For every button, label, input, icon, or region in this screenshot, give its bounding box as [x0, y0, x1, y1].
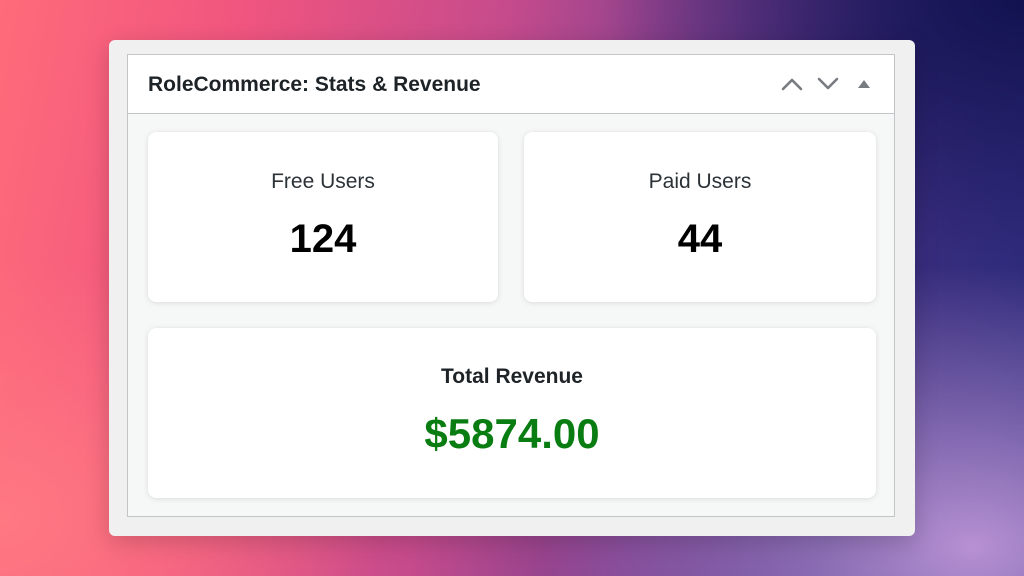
chevron-up-icon — [781, 78, 803, 91]
widget-content: Free Users 124 Paid Users 44 Total Reven… — [128, 114, 894, 516]
stats-widget: RoleCommerce: Stats & Revenue Free Users… — [127, 54, 895, 517]
total-revenue-label: Total Revenue — [441, 365, 583, 388]
paid-users-card: Paid Users 44 — [524, 132, 876, 302]
widget-title: RoleCommerce: Stats & Revenue — [148, 73, 481, 96]
move-up-button[interactable] — [774, 69, 810, 99]
widget-header: RoleCommerce: Stats & Revenue — [128, 55, 894, 114]
paid-users-count: 44 — [677, 217, 723, 261]
free-users-count: 124 — [289, 217, 357, 261]
dashboard-panel: RoleCommerce: Stats & Revenue Free Users… — [109, 40, 915, 536]
toggle-panel-button[interactable] — [846, 69, 882, 99]
widget-handle-actions — [774, 69, 882, 99]
total-revenue-card: Total Revenue $5874.00 — [148, 328, 876, 498]
free-users-card: Free Users 124 — [148, 132, 498, 302]
total-revenue-amount: $5874.00 — [424, 410, 600, 457]
move-down-button[interactable] — [810, 69, 846, 99]
free-users-label: Free Users — [271, 170, 375, 193]
triangle-up-icon — [858, 80, 870, 88]
chevron-down-icon — [817, 77, 839, 90]
paid-users-label: Paid Users — [648, 170, 752, 193]
